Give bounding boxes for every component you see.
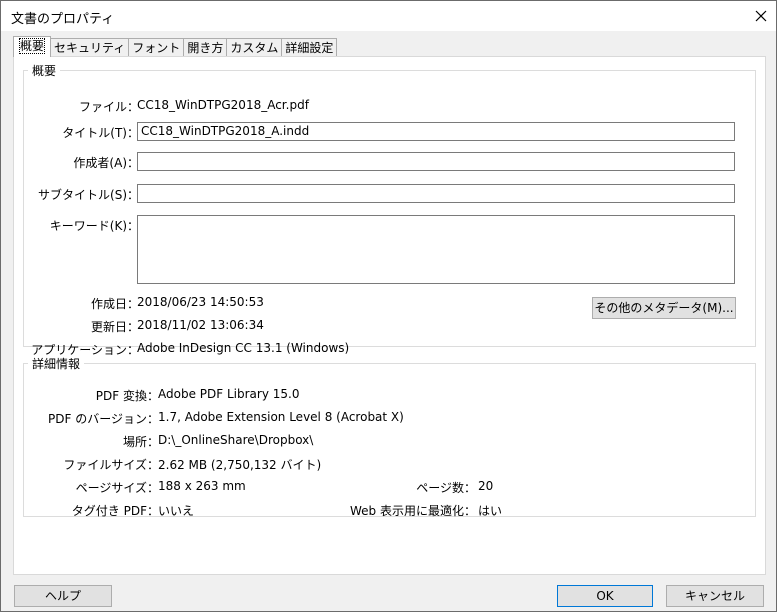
location-label: 場所： <box>122 435 159 449</box>
pdf-version-label: PDF のバージョン： <box>48 412 159 426</box>
page-count-value: 20 <box>478 479 494 493</box>
location-value: D:\_OnlineShare\Dropbox\ <box>158 433 314 447</box>
tagged-pdf-label: タグ付き PDF： <box>71 504 159 518</box>
author-label: 作成者(A)： <box>73 156 139 170</box>
created-value: 2018/06/23 14:50:53 <box>137 295 264 309</box>
close-button[interactable] <box>746 1 776 31</box>
created-label: 作成日： <box>90 297 139 311</box>
window-title: 文書のプロパティ <box>11 12 115 27</box>
application-value: Adobe InDesign CC 13.1 (Windows) <box>137 341 350 355</box>
producer-value: Adobe PDF Library 15.0 <box>158 387 300 401</box>
title-bar: 文書のプロパティ <box>1 1 776 31</box>
file-size-label: ファイルサイズ： <box>63 458 159 472</box>
help-button[interactable]: ヘルプ <box>14 585 112 607</box>
tab-advanced[interactable]: 詳細設定 <box>281 38 338 57</box>
details-heading: 詳細情報 <box>32 357 81 371</box>
modified-label: 更新日： <box>90 320 139 334</box>
keywords-field[interactable] <box>137 215 735 284</box>
tab-custom[interactable]: カスタム <box>226 38 283 57</box>
fast-web-view-label: Web 表示用に最適化： <box>350 504 476 518</box>
file-label: ファイル： <box>78 100 139 114</box>
fast-web-view-value: はい <box>478 504 503 518</box>
file-size-value: 2.62 MB (2,750,132 バイト) <box>158 458 322 472</box>
file-value: CC18_WinDTPG2018_Acr.pdf <box>137 98 309 112</box>
pdf-version-value: 1.7, Adobe Extension Level 8 (Acrobat X) <box>158 410 404 424</box>
title-field[interactable]: CC18_WinDTPG2018_A.indd <box>137 122 735 141</box>
subject-label: サブタイトル(S)： <box>38 188 139 202</box>
tagged-pdf-value: いいえ <box>158 504 195 518</box>
tab-security[interactable]: セキュリティ <box>50 38 130 57</box>
summary-group: 概要 ファイル： CC18_WinDTPG2018_Acr.pdf タイトル(T… <box>23 62 756 357</box>
tab-fonts[interactable]: フォント <box>128 38 185 57</box>
keywords-label: キーワード(K)： <box>49 219 139 233</box>
subject-field[interactable] <box>137 184 735 203</box>
modified-value: 2018/11/02 13:06:34 <box>137 318 264 332</box>
tab-initial-view[interactable]: 開き方 <box>183 38 228 57</box>
close-icon <box>755 10 767 22</box>
tab-summary[interactable]: 概要 <box>13 36 52 57</box>
author-field[interactable] <box>137 152 735 171</box>
summary-heading: 概要 <box>32 64 57 78</box>
cancel-button[interactable]: キャンセル <box>666 585 764 607</box>
page-size-value: 188 x 263 mm <box>158 479 246 493</box>
tab-strip: 概要 セキュリティ フォント 開き方 カスタム 詳細設定 <box>13 36 338 57</box>
page-count-label: ページ数： <box>416 481 476 495</box>
document-properties-dialog: 文書のプロパティ 概要 セキュリティ フォント 開き方 カスタム 詳細設定 概要… <box>0 0 777 612</box>
ok-button[interactable]: OK <box>557 585 653 607</box>
page-size-label: ページサイズ： <box>75 481 159 495</box>
title-label: タイトル(T)： <box>62 126 139 140</box>
summary-panel: 概要 ファイル： CC18_WinDTPG2018_Acr.pdf タイトル(T… <box>13 56 766 575</box>
more-metadata-button[interactable]: その他のメタデータ(M)... <box>592 297 736 319</box>
producer-label: PDF 変換： <box>95 389 159 403</box>
details-group: 詳細情報 PDF 変換： Adobe PDF Library 15.0 PDF … <box>23 355 756 518</box>
